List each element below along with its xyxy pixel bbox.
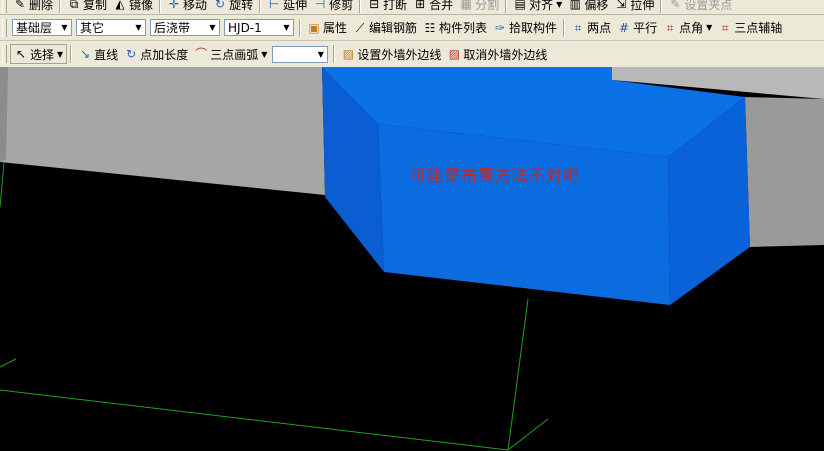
viewport-canvas[interactable] <box>0 67 824 451</box>
merge-icon: ⊞ <box>415 0 426 11</box>
break-icon: ⊟ <box>369 0 380 11</box>
point-angle-icon: ⌗ <box>666 20 674 35</box>
chevron-down-icon: ▼ <box>706 23 713 32</box>
axis-line <box>507 418 549 451</box>
copy-button[interactable]: ⧉ 复制 <box>64 0 110 14</box>
axis-line <box>0 162 5 208</box>
axis-line <box>507 298 529 451</box>
toolbar-grip[interactable] <box>2 18 7 37</box>
chevron-down-icon: ▼ <box>261 49 268 59</box>
gray-slab-left <box>0 67 325 195</box>
three-point-arc-button[interactable]: ⌒ 三点画弧 ▼ <box>191 44 270 64</box>
arc-icon: ⌒ <box>195 47 208 61</box>
cancel-outer-wall-edge-button[interactable]: ▨ 取消外墙外边线 <box>444 44 550 64</box>
rebar-icon: ⟋ <box>355 20 365 35</box>
properties-icon: ▣ <box>308 20 320 35</box>
model-viewport[interactable]: 可能是布置方法不对吧 <box>0 67 824 451</box>
point-length-button[interactable]: ↻ 点加长度 <box>121 44 191 64</box>
category-select[interactable]: 其它 ▼ <box>76 19 146 36</box>
align-button[interactable]: ▤ 对齐 ▼ <box>510 0 565 14</box>
move-button[interactable]: ✛ 移动 <box>164 0 210 14</box>
three-point-axis-button[interactable]: ⌗ 三点辅轴 <box>715 18 785 38</box>
eyedropper-icon: ✑ <box>495 20 506 35</box>
offset-button[interactable]: ▥ 偏移 <box>565 0 611 14</box>
cancel-edge-icon: ▨ <box>448 47 461 61</box>
copy-icon: ⧉ <box>69 0 79 11</box>
select-button[interactable]: ↖ 选择 ▼ <box>10 44 68 64</box>
three-point-axis-icon: ⌗ <box>721 20 729 35</box>
line-button[interactable]: ↘ 直线 <box>75 44 121 64</box>
trim-icon: ⊣ <box>314 0 326 11</box>
line-icon: ↘ <box>80 47 91 61</box>
chevron-down-icon[interactable]: ▼ <box>315 48 326 61</box>
draw-toolbar: ↖ 选择 ▼ ↘ 直线 ↻ 点加长度 ⌒ 三点画弧 ▼ ▼ ▨ 设置外墙外边线 ▨ 取消外墙外边… <box>0 41 824 68</box>
chevron-down-icon: ▼ <box>57 49 64 59</box>
toolbar-grip[interactable] <box>2 0 7 13</box>
rotate-button[interactable]: ↻ 旋转 <box>210 0 256 14</box>
trim-button[interactable]: ⊣ 修剪 <box>310 0 356 14</box>
extend-icon: ⊢ <box>268 0 280 11</box>
floor-select[interactable]: 基础层 ▼ <box>12 19 72 36</box>
rotate-icon: ↻ <box>215 0 226 11</box>
mirror-button[interactable]: ◭ 镜像 <box>110 0 156 14</box>
gray-slab-right-side <box>745 97 824 247</box>
toolbar-grip[interactable] <box>2 45 7 63</box>
stretch-button[interactable]: ⇲ 拉伸 <box>611 0 657 14</box>
set-outer-wall-edge-button[interactable]: ▨ 设置外墙外边线 <box>338 44 444 64</box>
edit-rebar-button[interactable]: ⟋ 编辑钢筋 <box>350 18 420 38</box>
list-icon: ☷ <box>424 20 436 35</box>
chevron-down-icon[interactable]: ▼ <box>59 21 70 34</box>
arc-value-select[interactable]: ▼ <box>272 45 329 63</box>
set-grip-point-button[interactable]: ✎ 设置夹点 <box>665 0 735 14</box>
component-select[interactable]: HJD-1 ▼ <box>224 19 294 36</box>
split-button[interactable]: ▦ 分割 <box>456 0 502 14</box>
point-length-icon: ↻ <box>126 47 137 61</box>
properties-button[interactable]: ▣ 属性 <box>304 18 350 38</box>
edit-toolbar: ✎ 删除 ⧉ 复制 ◭ 镜像 ✛ 移动 ↻ 旋转 ⊢ 延伸 ⊣ 修剪 ⊟ 打断 ⊞ 合并 ▦ 分割 … <box>0 0 824 15</box>
extend-button[interactable]: ⊢ 延伸 <box>264 0 310 14</box>
chevron-down-icon[interactable]: ▼ <box>133 21 144 34</box>
parallel-button[interactable]: # 平行 <box>614 18 660 38</box>
chevron-down-icon[interactable]: ▼ <box>207 21 218 34</box>
mirror-icon: ◭ <box>115 0 125 11</box>
pick-component-button[interactable]: ✑ 拾取构件 <box>490 18 560 38</box>
axis-line <box>0 389 509 451</box>
axis-line <box>0 358 17 368</box>
delete-icon: ✎ <box>14 0 26 11</box>
break-button[interactable]: ⊟ 打断 <box>364 0 410 14</box>
two-points-button[interactable]: ⌗ 两点 <box>568 18 614 38</box>
chevron-down-icon: ▼ <box>556 0 563 9</box>
chevron-down-icon[interactable]: ▼ <box>281 21 292 34</box>
set-edge-icon: ▨ <box>342 47 355 61</box>
overlay-message: 可能是布置方法不对吧 <box>410 166 581 185</box>
move-icon: ✛ <box>169 0 180 11</box>
split-icon: ▦ <box>460 0 472 11</box>
offset-icon: ▥ <box>569 0 581 11</box>
point-angle-button[interactable]: ⌗ 点角 ▼ <box>660 18 715 38</box>
component-list-button[interactable]: ☷ 构件列表 <box>420 18 490 38</box>
grip-point-icon: ✎ <box>670 0 681 11</box>
cursor-icon: ↖ <box>15 47 27 61</box>
component-type-select[interactable]: 后浇带 ▼ <box>150 19 220 36</box>
component-toolbar: 基础层 ▼ 其它 ▼ 后浇带 ▼ HJD-1 ▼ ▣ 属性 ⟋ 编辑钢筋 ☷ 构件列表 ✑ 拾取… <box>0 15 824 41</box>
align-icon: ▤ <box>514 0 526 11</box>
two-points-icon: ⌗ <box>574 20 582 35</box>
delete-button[interactable]: ✎ 删除 <box>10 0 56 14</box>
parallel-icon: # <box>619 20 630 35</box>
merge-button[interactable]: ⊞ 合并 <box>410 0 456 14</box>
stretch-icon: ⇲ <box>616 0 627 11</box>
